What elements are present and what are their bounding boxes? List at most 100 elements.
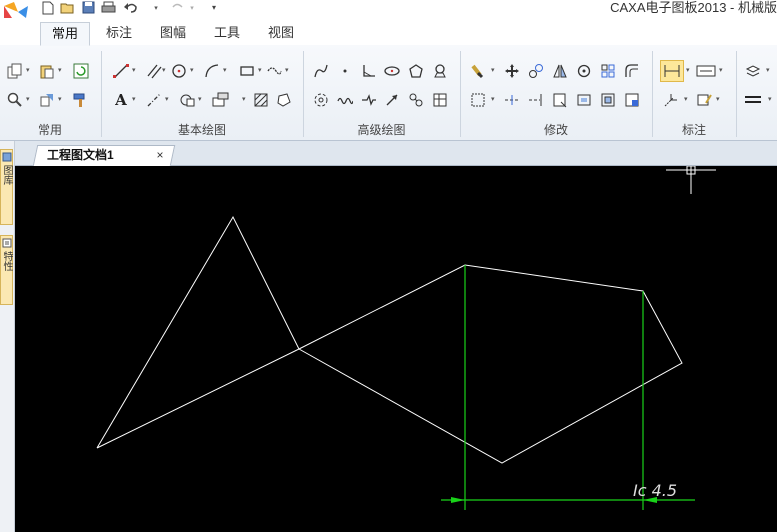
erase-icon[interactable] bbox=[469, 62, 487, 80]
dimension-dropdown-icon[interactable]: ▾ bbox=[686, 62, 692, 80]
group-label-basic-draw: 基本绘图 bbox=[177, 123, 226, 137]
balloon-icon[interactable] bbox=[431, 62, 449, 80]
properties-icon[interactable] bbox=[38, 91, 56, 109]
zoom-dropdown-icon[interactable]: ▾ bbox=[26, 91, 32, 109]
open-file-icon[interactable] bbox=[60, 0, 76, 15]
stretch-dropdown-icon[interactable]: ▾ bbox=[491, 91, 497, 109]
hatch-icon[interactable] bbox=[252, 91, 270, 109]
circle-dropdown-icon[interactable]: ▾ bbox=[190, 62, 196, 80]
properties-dropdown-icon[interactable]: ▾ bbox=[58, 91, 64, 109]
point-icon[interactable] bbox=[336, 62, 354, 80]
copy-dropdown-icon[interactable]: ▾ bbox=[26, 62, 32, 80]
save-icon[interactable] bbox=[80, 0, 96, 15]
format-painter-icon[interactable] bbox=[72, 91, 90, 109]
leader-dropdown-icon[interactable]: ▾ bbox=[684, 91, 690, 109]
zoom-icon[interactable] bbox=[6, 91, 24, 109]
chamfer-icon[interactable] bbox=[623, 91, 641, 109]
curve-icon[interactable] bbox=[407, 91, 425, 109]
copy-object-icon[interactable] bbox=[527, 62, 545, 80]
rectangle-dropdown-icon[interactable]: ▾ bbox=[258, 62, 264, 80]
library-panel-tab[interactable]: 图库 bbox=[0, 149, 13, 225]
tab-annotation[interactable]: 标注 bbox=[96, 22, 142, 46]
triangle-shape[interactable] bbox=[96, 215, 300, 449]
rectangle-icon[interactable] bbox=[238, 62, 256, 80]
text-dropdown-icon[interactable]: ▾ bbox=[132, 91, 138, 109]
leader-icon[interactable] bbox=[662, 91, 680, 109]
arc-circle-icon[interactable] bbox=[312, 91, 330, 109]
break-icon[interactable] bbox=[575, 91, 593, 109]
circle-icon[interactable] bbox=[170, 62, 188, 80]
library-panel-label: 图库 bbox=[1, 165, 12, 185]
layer-icon[interactable] bbox=[744, 62, 762, 80]
scale-icon[interactable] bbox=[551, 91, 569, 109]
parallel-line-icon[interactable] bbox=[145, 62, 163, 80]
text-edit-dropdown-icon[interactable]: ▾ bbox=[716, 91, 722, 109]
trim-icon[interactable] bbox=[503, 91, 521, 109]
block-icon[interactable] bbox=[178, 91, 196, 109]
arc-dropdown-icon[interactable]: ▾ bbox=[223, 62, 229, 80]
redo-dropdown-icon[interactable]: ▾ bbox=[188, 0, 196, 15]
coordinate-dim-icon[interactable] bbox=[695, 62, 717, 80]
move-icon[interactable] bbox=[503, 62, 521, 80]
fillet-icon[interactable] bbox=[623, 62, 641, 80]
document-tab-title[interactable]: 工程图文档1 bbox=[47, 146, 114, 166]
polyline-icon[interactable] bbox=[312, 62, 330, 80]
stretch-icon[interactable] bbox=[469, 91, 487, 109]
text-tool[interactable]: A bbox=[112, 91, 130, 109]
drawing-canvas[interactable]: Ic 4.5 bbox=[15, 166, 777, 532]
mirror-icon[interactable] bbox=[551, 62, 569, 80]
break-line-icon[interactable] bbox=[360, 91, 378, 109]
layer-dropdown-icon[interactable]: ▾ bbox=[766, 62, 772, 80]
document-tab-bar: 工程图文档1 × bbox=[15, 141, 777, 166]
pentagon-shape[interactable] bbox=[298, 264, 683, 464]
linear-dimension[interactable] bbox=[441, 265, 695, 510]
watermark: Ic 4.5 bbox=[633, 481, 677, 500]
text-edit-icon[interactable] bbox=[695, 91, 713, 109]
copy-icon[interactable] bbox=[6, 62, 24, 80]
wave-line-icon[interactable] bbox=[336, 91, 354, 109]
close-icon[interactable]: × bbox=[154, 149, 166, 161]
tab-tools[interactable]: 工具 bbox=[204, 22, 250, 46]
tab-sheet[interactable]: 图幅 bbox=[150, 22, 196, 46]
arc-icon[interactable] bbox=[203, 62, 221, 80]
text-tool-label: A bbox=[115, 91, 127, 109]
line-dropdown-icon[interactable]: ▾ bbox=[132, 62, 138, 80]
undo-icon[interactable] bbox=[122, 0, 138, 15]
ortho-line-icon[interactable] bbox=[360, 62, 378, 80]
line-icon[interactable] bbox=[112, 62, 130, 80]
ellipse-icon[interactable] bbox=[383, 62, 401, 80]
linewidth-icon[interactable] bbox=[744, 91, 762, 109]
extend-icon[interactable] bbox=[527, 91, 545, 109]
polygon-icon[interactable] bbox=[407, 62, 425, 80]
array-icon[interactable] bbox=[599, 62, 617, 80]
group-label-modify: 修改 bbox=[543, 123, 568, 137]
fill-icon[interactable] bbox=[275, 91, 293, 109]
paste-icon[interactable] bbox=[38, 62, 56, 80]
print-icon[interactable] bbox=[100, 0, 116, 15]
redo-icon[interactable] bbox=[170, 0, 186, 15]
new-file-icon[interactable] bbox=[40, 0, 56, 15]
insert-dropdown-icon[interactable]: ▾ bbox=[242, 91, 248, 109]
insert-image-icon[interactable] bbox=[212, 91, 230, 109]
spline-icon[interactable] bbox=[265, 62, 283, 80]
dimension-icon[interactable] bbox=[660, 60, 684, 82]
parallel-dropdown-icon[interactable]: ▾ bbox=[162, 62, 168, 80]
rotate-icon[interactable] bbox=[575, 62, 593, 80]
paste-dropdown-icon[interactable]: ▾ bbox=[58, 62, 64, 80]
erase-dropdown-icon[interactable]: ▾ bbox=[491, 62, 497, 80]
customize-quick-access-icon[interactable]: ▾ bbox=[209, 0, 219, 15]
properties-panel-tab[interactable]: 特性 bbox=[0, 235, 13, 305]
undo-dropdown-icon[interactable]: ▾ bbox=[152, 0, 160, 15]
tab-view[interactable]: 视图 bbox=[258, 22, 304, 46]
arrow-icon[interactable] bbox=[383, 91, 401, 109]
refresh-icon[interactable] bbox=[72, 62, 90, 80]
spline-dropdown-icon[interactable]: ▾ bbox=[285, 62, 291, 80]
centerline-dropdown-icon[interactable]: ▾ bbox=[165, 91, 171, 109]
centerline-icon[interactable] bbox=[145, 91, 163, 109]
coordinate-dropdown-icon[interactable]: ▾ bbox=[719, 62, 725, 80]
tab-common[interactable]: 常用 bbox=[40, 22, 90, 46]
table-icon[interactable] bbox=[431, 91, 449, 109]
linewidth-dropdown-icon[interactable]: ▾ bbox=[768, 91, 774, 109]
explode-icon[interactable] bbox=[599, 91, 617, 109]
block-dropdown-icon[interactable]: ▾ bbox=[198, 91, 204, 109]
